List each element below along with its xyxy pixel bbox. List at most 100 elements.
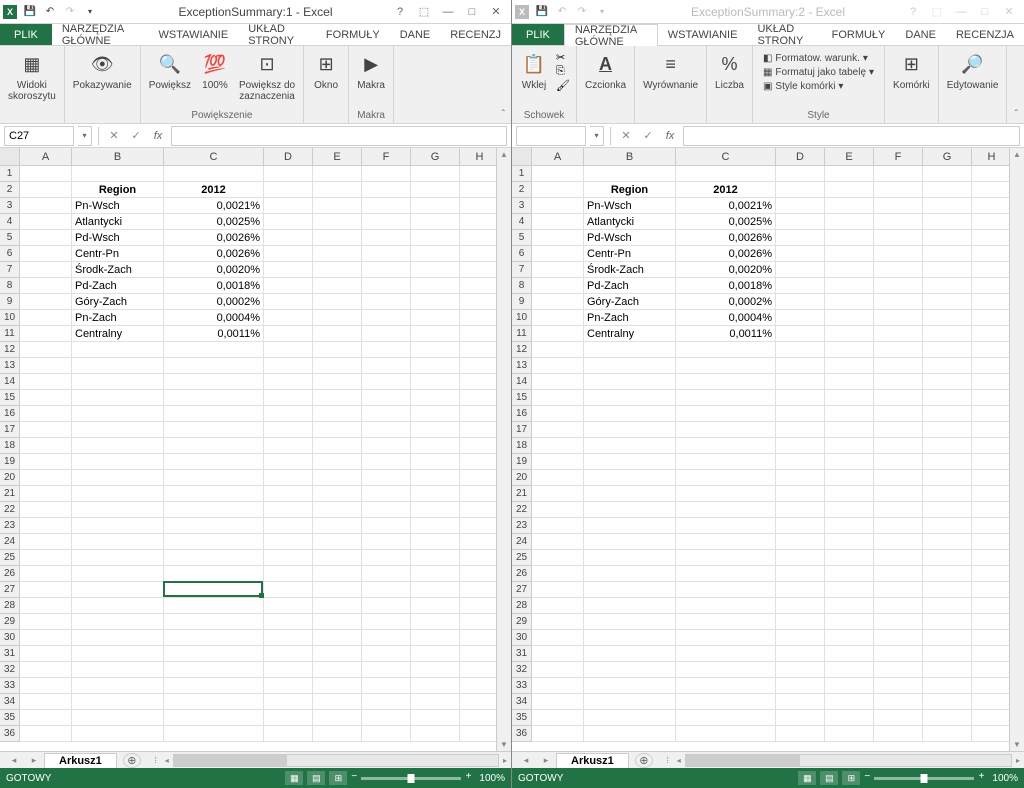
sheet-nav-prev[interactable]: ◂ [516, 755, 536, 766]
cell[interactable] [825, 294, 874, 310]
cell[interactable] [776, 678, 825, 694]
cell[interactable] [313, 438, 362, 454]
edytowanie-button[interactable]: 🔎 Edytowanie [945, 48, 1001, 93]
cell[interactable] [923, 662, 972, 678]
cell[interactable] [164, 486, 264, 502]
close-icon[interactable]: ✕ [485, 3, 507, 21]
cell[interactable] [20, 678, 72, 694]
select-all-corner[interactable] [512, 148, 532, 165]
cell[interactable] [825, 486, 874, 502]
row-header[interactable]: 28 [0, 598, 20, 614]
cell[interactable] [972, 214, 1012, 230]
sheet-tab-arkusz1[interactable]: Arkusz1 [44, 753, 117, 768]
cell[interactable] [584, 374, 676, 390]
cell[interactable] [72, 422, 164, 438]
cell[interactable] [825, 614, 874, 630]
col-header-H[interactable]: H [460, 148, 500, 165]
cell[interactable] [972, 518, 1012, 534]
cell[interactable] [676, 374, 776, 390]
cell[interactable] [972, 182, 1012, 198]
cell[interactable] [874, 534, 923, 550]
cell[interactable] [460, 726, 500, 742]
cell[interactable] [532, 326, 584, 342]
cell[interactable] [411, 614, 460, 630]
cell[interactable] [532, 294, 584, 310]
cell[interactable] [676, 614, 776, 630]
cell[interactable] [676, 598, 776, 614]
cell[interactable] [584, 582, 676, 598]
cell[interactable] [776, 454, 825, 470]
cell[interactable] [313, 694, 362, 710]
zoom-100-button[interactable]: 💯 100% [199, 48, 231, 93]
cell[interactable] [532, 166, 584, 182]
cell[interactable] [972, 534, 1012, 550]
cell[interactable] [72, 438, 164, 454]
cell[interactable] [362, 182, 411, 198]
cell[interactable] [776, 326, 825, 342]
cell[interactable] [460, 198, 500, 214]
cell[interactable] [313, 374, 362, 390]
col-header-B[interactable]: B [584, 148, 676, 165]
cell[interactable] [411, 502, 460, 518]
cell[interactable] [362, 726, 411, 742]
cell[interactable] [584, 614, 676, 630]
cell[interactable] [313, 710, 362, 726]
cell[interactable] [532, 470, 584, 486]
cell[interactable] [362, 422, 411, 438]
cell[interactable] [776, 182, 825, 198]
cell[interactable] [72, 374, 164, 390]
sheet-tab-arkusz1[interactable]: Arkusz1 [556, 753, 629, 768]
cell[interactable] [776, 406, 825, 422]
cell[interactable] [776, 550, 825, 566]
cell[interactable] [825, 726, 874, 742]
cell[interactable] [411, 438, 460, 454]
cell[interactable] [313, 358, 362, 374]
row-header[interactable]: 13 [0, 358, 20, 374]
cell[interactable] [972, 230, 1012, 246]
cell[interactable] [313, 486, 362, 502]
qat-dropdown[interactable]: ▾ [594, 4, 610, 20]
cell[interactable] [460, 214, 500, 230]
cell[interactable] [20, 278, 72, 294]
cell[interactable] [874, 614, 923, 630]
cell[interactable] [776, 614, 825, 630]
cell[interactable] [825, 230, 874, 246]
row-header[interactable]: 22 [512, 502, 532, 518]
cell[interactable] [972, 390, 1012, 406]
cell[interactable]: Pd-Zach [72, 278, 164, 294]
formatuj-jako-tabele-button[interactable]: ▦Formatuj jako tabelę ▾ [759, 66, 878, 79]
cell[interactable] [362, 198, 411, 214]
cell[interactable] [532, 454, 584, 470]
cell[interactable] [972, 598, 1012, 614]
cell[interactable] [972, 422, 1012, 438]
cell[interactable] [72, 614, 164, 630]
komorki-button[interactable]: ⊞ Komórki [891, 48, 932, 93]
row-header[interactable]: 35 [512, 710, 532, 726]
cell[interactable] [532, 422, 584, 438]
cell[interactable]: 0,0018% [164, 278, 264, 294]
fx-icon[interactable]: fx [149, 127, 167, 145]
cell[interactable] [362, 454, 411, 470]
formula-input[interactable] [171, 126, 507, 146]
cell[interactable] [532, 534, 584, 550]
cell[interactable] [874, 182, 923, 198]
cell[interactable] [676, 630, 776, 646]
col-header-A[interactable]: A [20, 148, 72, 165]
enter-formula-icon[interactable]: ✓ [639, 127, 657, 145]
cell[interactable] [532, 598, 584, 614]
czcionka-button[interactable]: A Czcionka [583, 48, 628, 93]
row-header[interactable]: 20 [0, 470, 20, 486]
row-header[interactable]: 5 [512, 230, 532, 246]
cell[interactable] [923, 246, 972, 262]
cell[interactable]: Region [72, 182, 164, 198]
cell[interactable] [825, 422, 874, 438]
name-box[interactable] [516, 126, 586, 146]
cell[interactable]: 0,0025% [676, 214, 776, 230]
row-header[interactable]: 17 [512, 422, 532, 438]
cell[interactable] [584, 598, 676, 614]
cell[interactable] [264, 326, 313, 342]
cell[interactable] [460, 550, 500, 566]
cell[interactable] [923, 710, 972, 726]
row-header[interactable]: 25 [512, 550, 532, 566]
cell[interactable] [676, 534, 776, 550]
